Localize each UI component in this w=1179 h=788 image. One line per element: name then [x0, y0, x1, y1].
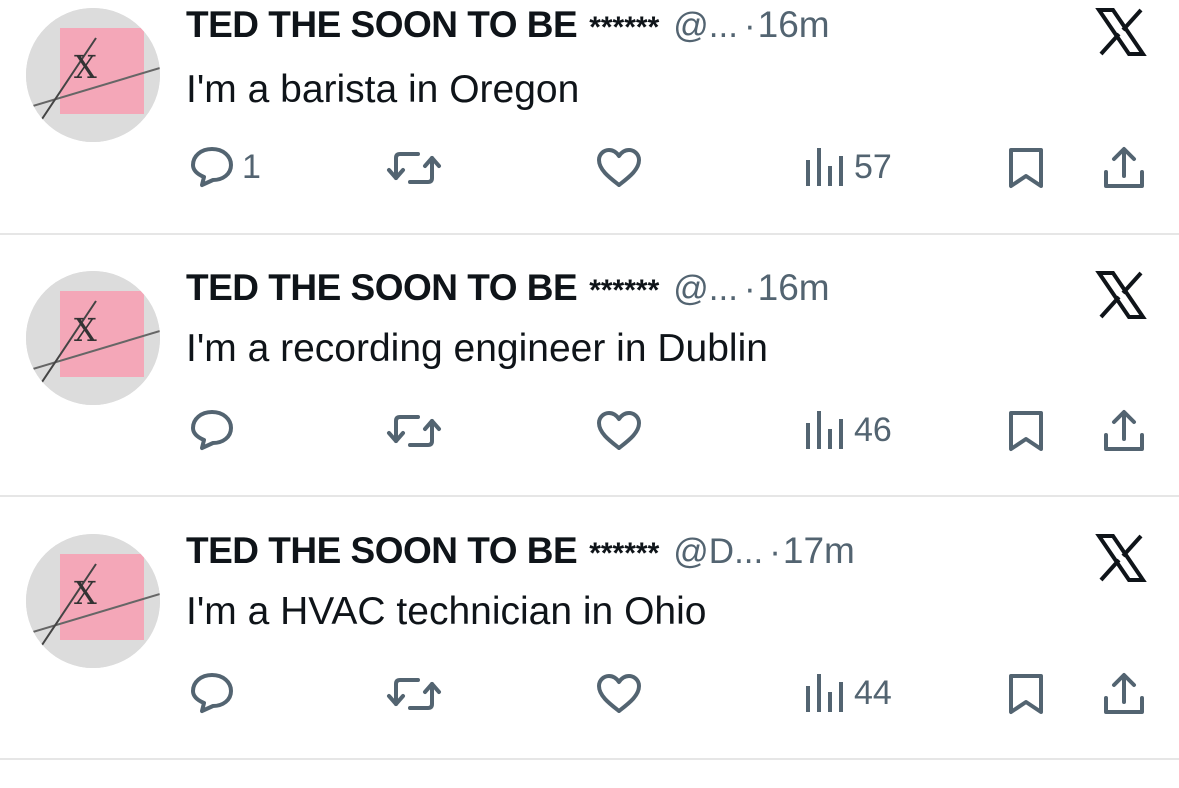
display-name-stars: ******	[589, 274, 660, 307]
reply-button[interactable]	[190, 409, 242, 451]
tweet-header: TED THE SOON TO BE ****** @D... · 17m	[186, 530, 855, 580]
display-name-stars: ******	[589, 11, 660, 44]
x-logo-icon	[1095, 269, 1147, 321]
tweet-text: I'm a recording engineer in Dublin	[186, 327, 768, 370]
like-button[interactable]	[596, 674, 642, 714]
share-button[interactable]	[1102, 409, 1146, 453]
views-button[interactable]: 57	[804, 146, 892, 188]
tweet[interactable]: X TED THE SOON TO BE ****** @... · 16m I…	[0, 263, 1179, 525]
separator-dot: ·	[769, 532, 781, 571]
share-button[interactable]	[1102, 672, 1146, 716]
share-icon	[1102, 672, 1146, 716]
retweet-button[interactable]	[386, 674, 442, 714]
separator-dot: ·	[743, 6, 756, 45]
display-name[interactable]: TED THE SOON TO BE	[186, 4, 578, 46]
bookmark-icon	[1006, 146, 1046, 190]
share-icon	[1102, 409, 1146, 453]
retweet-button[interactable]	[386, 148, 442, 188]
views-bars-icon	[804, 672, 846, 714]
timestamp[interactable]: 16m	[758, 4, 830, 46]
reply-bubble-icon	[190, 409, 234, 451]
reply-button[interactable]	[190, 672, 242, 714]
avatar[interactable]: X	[26, 8, 160, 142]
retweet-icon	[386, 148, 442, 188]
timestamp[interactable]: 16m	[758, 267, 830, 309]
user-handle[interactable]: @...	[673, 6, 738, 46]
reply-bubble-icon	[190, 672, 234, 714]
tweet-feed: X TED THE SOON TO BE ****** @... · 16m I…	[0, 0, 1179, 772]
share-icon	[1102, 146, 1146, 190]
retweet-button[interactable]	[386, 411, 442, 451]
views-bars-icon	[804, 146, 846, 188]
display-name-stars: ******	[589, 537, 660, 570]
views-count: 57	[854, 147, 892, 186]
bookmark-icon	[1006, 672, 1046, 716]
heart-icon	[596, 674, 642, 714]
views-bars-icon	[804, 409, 846, 451]
views-button[interactable]: 46	[804, 409, 892, 451]
heart-icon	[596, 148, 642, 188]
avatar[interactable]: X	[26, 534, 160, 668]
share-button[interactable]	[1102, 146, 1146, 190]
tweet-header: TED THE SOON TO BE ****** @... · 16m	[186, 4, 830, 54]
views-count: 44	[854, 673, 892, 712]
avatar[interactable]: X	[26, 271, 160, 405]
bookmark-icon	[1006, 409, 1046, 453]
display-name[interactable]: TED THE SOON TO BE	[186, 267, 578, 309]
heart-icon	[596, 411, 642, 451]
user-handle[interactable]: @...	[673, 269, 738, 309]
bookmark-button[interactable]	[1006, 672, 1046, 716]
reply-button[interactable]: 1	[190, 146, 261, 188]
like-button[interactable]	[596, 148, 642, 188]
views-button[interactable]: 44	[804, 672, 892, 714]
views-count: 46	[854, 410, 892, 449]
bookmark-button[interactable]	[1006, 409, 1046, 453]
user-handle[interactable]: @D...	[673, 532, 763, 572]
reply-count: 1	[242, 147, 261, 186]
separator-dot: ·	[743, 269, 756, 308]
tweet-divider	[0, 495, 1179, 497]
x-logo-icon	[1095, 532, 1147, 584]
svg-text:X: X	[74, 574, 97, 612]
tweet[interactable]: X TED THE SOON TO BE ****** @... · 16m I…	[0, 0, 1179, 262]
bookmark-button[interactable]	[1006, 146, 1046, 190]
timestamp[interactable]: 17m	[783, 530, 855, 572]
retweet-icon	[386, 411, 442, 451]
tweet[interactable]: X TED THE SOON TO BE ****** @D... · 17m …	[0, 526, 1179, 788]
tweet-header: TED THE SOON TO BE ****** @... · 16m	[186, 267, 830, 317]
tweet-text: I'm a barista in Oregon	[186, 68, 580, 111]
tweet-text: I'm a HVAC technician in Ohio	[186, 590, 707, 633]
like-button[interactable]	[596, 411, 642, 451]
svg-text:X: X	[74, 311, 97, 349]
retweet-icon	[386, 674, 442, 714]
x-logo-icon	[1095, 6, 1147, 58]
tweet-divider	[0, 233, 1179, 235]
svg-text:X: X	[74, 48, 97, 86]
reply-bubble-icon	[190, 146, 234, 188]
display-name[interactable]: TED THE SOON TO BE	[186, 530, 578, 572]
tweet-divider	[0, 758, 1179, 760]
